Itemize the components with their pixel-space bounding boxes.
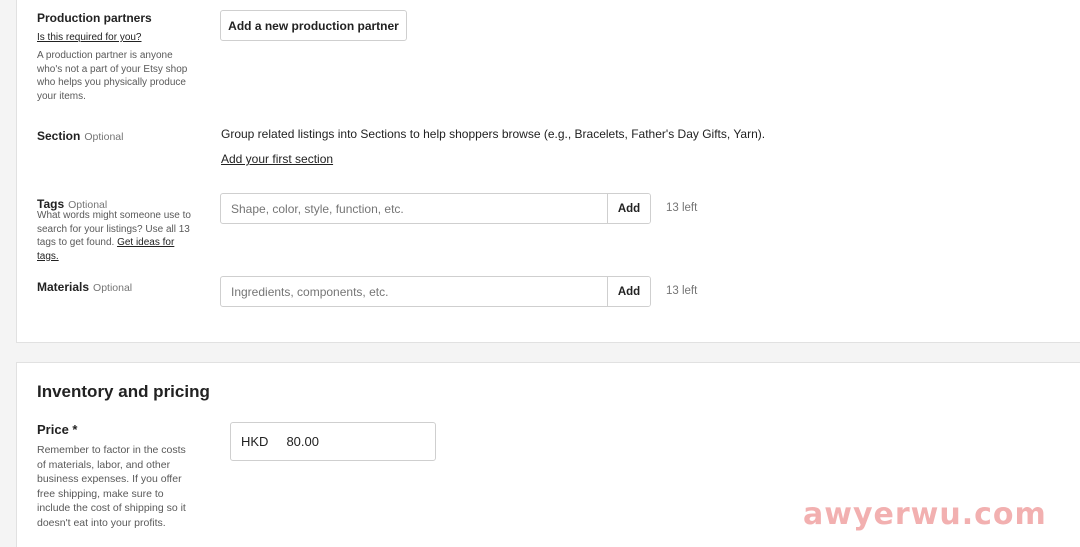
section-description: Group related listings into Sections to … — [221, 127, 766, 141]
materials-optional: Optional — [93, 282, 133, 294]
tags-input[interactable] — [221, 194, 607, 223]
section-optional: Optional — [84, 131, 124, 143]
materials-title: Materials — [37, 280, 90, 294]
materials-count: 13 left — [666, 285, 698, 297]
tags-help: What words might someone use to search f… — [37, 209, 197, 263]
section-title: Section — [37, 129, 81, 143]
price-label: Price * — [37, 422, 78, 437]
add-first-section-link[interactable]: Add your first section — [221, 152, 333, 166]
price-help: Remember to factor in the costs of mater… — [37, 444, 186, 529]
inventory-heading: Inventory and pricing — [37, 382, 210, 401]
is-required-link[interactable]: Is this required for you? — [37, 32, 142, 43]
section-label: Section Optional — [37, 127, 123, 145]
currency-label: HKD — [241, 434, 269, 449]
materials-add-button[interactable]: Add — [607, 277, 650, 306]
materials-label: Materials Optional — [37, 278, 132, 296]
production-partners-help: A production partner is anyone who's not… — [37, 50, 188, 102]
materials-input-group: Add — [220, 276, 651, 307]
materials-input[interactable] — [221, 277, 607, 306]
price-input[interactable]: HKD 80.00 — [230, 422, 436, 461]
add-production-partner-button[interactable]: Add a new production partner — [220, 10, 407, 41]
tags-add-button[interactable]: Add — [607, 194, 650, 223]
price-value[interactable]: 80.00 — [286, 434, 319, 449]
watermark: awyerwu.com — [803, 497, 1047, 532]
tags-count: 13 left — [666, 202, 698, 214]
production-partners-title: Production partners — [37, 11, 152, 25]
tags-input-group: Add — [220, 193, 651, 224]
required-link-wrap: Is this required for you? — [37, 31, 142, 45]
